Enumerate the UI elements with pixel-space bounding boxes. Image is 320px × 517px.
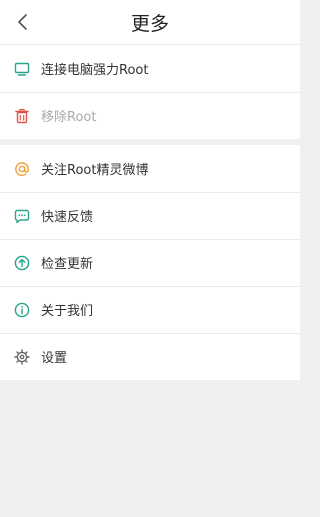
settings-item[interactable]: 设置 — [0, 333, 300, 380]
root-actions-group: 连接电脑强力Root 移除Root — [0, 45, 300, 139]
quick-feedback-label: 快速反馈 — [41, 210, 94, 225]
monitor-icon — [13, 60, 31, 78]
follow-weibo-item[interactable]: 关注Root精灵微博 — [0, 145, 300, 192]
about-us-item[interactable]: 关于我们 — [0, 286, 300, 333]
connect-pc-root-label: 连接电脑强力Root — [41, 63, 149, 78]
follow-weibo-label: 关注Root精灵微博 — [41, 163, 149, 178]
page-title: 更多 — [130, 13, 169, 35]
info-icon — [13, 301, 31, 319]
settings-label: 设置 — [41, 351, 68, 366]
upload-arrow-icon — [13, 254, 31, 272]
check-update-label: 检查更新 — [41, 257, 94, 272]
trash-icon — [13, 107, 31, 125]
at-sign-icon — [13, 160, 31, 178]
top-bar: 更多 — [0, 0, 300, 44]
about-us-label: 关于我们 — [41, 304, 94, 319]
remove-root-label: 移除Root — [41, 110, 97, 125]
connect-pc-root-item[interactable]: 连接电脑强力Root — [0, 45, 300, 92]
check-update-item[interactable]: 检查更新 — [0, 239, 300, 286]
gear-icon — [13, 348, 31, 366]
more-options-group: 关注Root精灵微博 快速反馈 检查更新 关于我们 设置 — [0, 145, 300, 380]
quick-feedback-item[interactable]: 快速反馈 — [0, 192, 300, 239]
chevron-left-icon — [18, 14, 27, 30]
back-button[interactable] — [12, 10, 34, 34]
chat-bubble-icon — [13, 207, 31, 225]
remove-root-item[interactable]: 移除Root — [0, 92, 300, 139]
